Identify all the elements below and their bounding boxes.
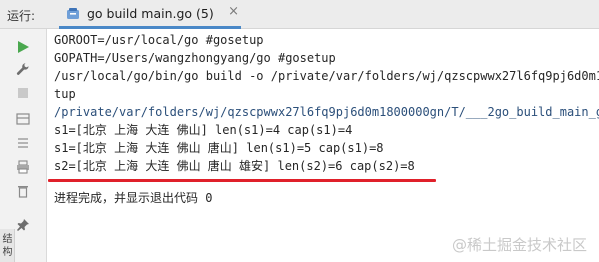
play-icon xyxy=(18,41,29,53)
structure-label: 结构 xyxy=(2,234,13,258)
console-line: s2=[北京 上海 大连 佛山 唐山 雄安] len(s2)=6 cap(s2)… xyxy=(54,159,415,173)
wrench-icon xyxy=(16,63,29,75)
structure-side-tab[interactable]: 结构 xyxy=(0,229,15,262)
console-line: /usr/local/go/bin/go build -o /private/v… xyxy=(54,69,599,83)
console-line: s1=[北京 上海 大连 佛山] len(s1)=4 cap(s1)=4 xyxy=(54,123,353,137)
layout-icon xyxy=(16,113,30,125)
console-output[interactable]: GOROOT=/usr/local/go #gosetup GOPATH=/Us… xyxy=(47,29,599,262)
stop-icon xyxy=(18,88,28,98)
console-line: GOPATH=/Users/wangzhongyang/go #gosetup xyxy=(54,51,336,65)
run-label: 运行: xyxy=(7,9,36,23)
watermark: @稀土掘金技术社区 xyxy=(451,236,587,254)
go-build-icon xyxy=(67,8,79,19)
run-toolbar: 结构 xyxy=(0,29,47,262)
scroll-end-icon xyxy=(18,138,28,148)
delete-button[interactable] xyxy=(0,177,47,207)
highlight-underline xyxy=(48,179,436,182)
tab-title: go build main.go (5) xyxy=(87,6,214,21)
console-line: tup xyxy=(54,87,76,101)
tab-run-config[interactable]: go build main.go (5) × xyxy=(59,0,241,29)
console-line: s1=[北京 上海 大连 佛山 唐山] len(s1)=5 cap(s1)=8 xyxy=(54,141,384,155)
run-panel-header: 运行: go build main.go (5) × xyxy=(0,0,599,29)
console-line: /private/var/folders/wj/qzscpwwx27l6fq9p… xyxy=(54,105,599,119)
trash-icon xyxy=(18,186,28,198)
console-line: GOROOT=/usr/local/go #gosetup xyxy=(54,33,264,47)
close-icon[interactable]: × xyxy=(228,5,239,19)
exit-code-line: 进程完成，并显示退出代码 0 xyxy=(54,191,213,205)
print-icon xyxy=(17,160,29,174)
pin-icon xyxy=(17,219,29,231)
